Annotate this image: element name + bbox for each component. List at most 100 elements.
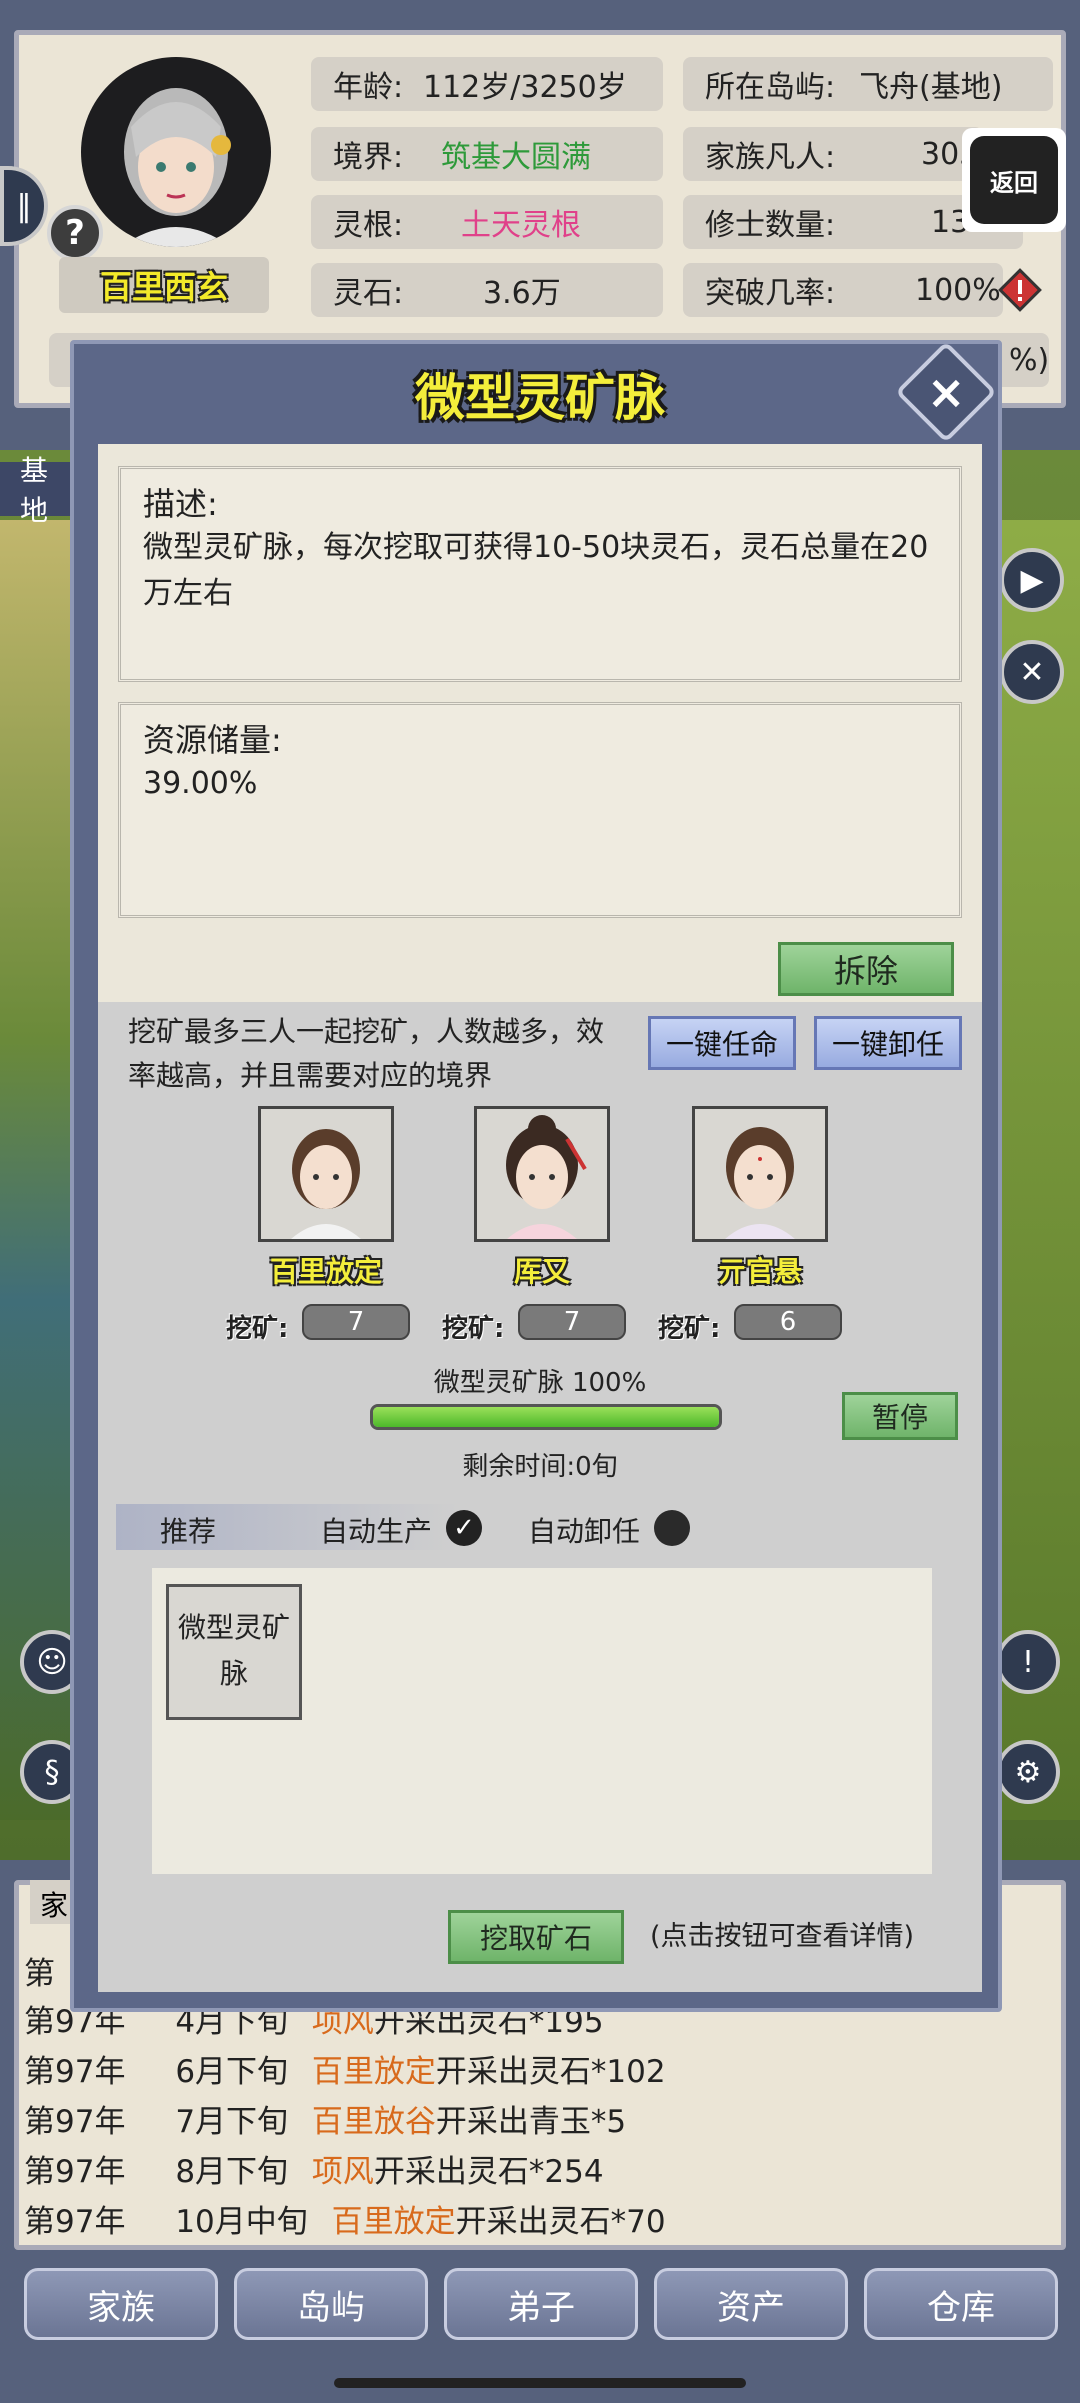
log-year: 第97年 [24,2104,126,2140]
log-time: 7月下旬 [175,2104,289,2140]
base-tab[interactable]: 基地 [0,454,70,527]
extra-stat-value: %) [1009,342,1050,378]
nav-assets[interactable]: 资产 [654,2268,848,2340]
description-label: 描述: [143,485,218,523]
character-name: 百里西玄 [59,257,269,313]
nav-family[interactable]: 家族 [24,2268,218,2340]
auto-unassign-checkbox[interactable] [654,1510,690,1546]
log-year: 第 [24,1956,55,1992]
log-time: 8月下旬 [175,2154,289,2190]
realm-value: 筑基大圆满 [441,140,591,175]
worker-portrait[interactable] [474,1106,610,1242]
back-button[interactable]: 返回 [962,128,1066,232]
nav-island[interactable]: 岛屿 [234,2268,428,2340]
alert-icon[interactable]: ! [996,1630,1060,1694]
log-row: 第97年 10月中旬 百里放定开采出灵石*70 [24,2196,666,2241]
island-stat: 所在岛屿: 飞舟(基地) [683,57,1053,111]
auto-produce-checkbox[interactable]: ✓ [446,1510,482,1546]
avatar[interactable] [81,57,281,257]
nav-warehouse[interactable]: 仓库 [864,2268,1058,2340]
demolish-button[interactable]: 拆除 [778,942,954,996]
reserve-label: 资源储量: [143,721,282,759]
dig-ore-button[interactable]: 挖取矿石 [448,1910,624,1964]
stones-label: 灵石: [333,276,404,311]
root-label: 灵根: [333,208,404,243]
log-action: 开采出灵石*102 [435,2054,666,2090]
auto-produce-label: 自动生产 [320,1515,433,1548]
home-indicator[interactable] [334,2378,746,2388]
realm-stat: 境界: 筑基大圆满 [311,127,663,181]
reserve-value: 39.00% [143,766,258,801]
log-actor: 百里放谷 [311,2104,436,2140]
age-stat: 年龄: 112岁/3250岁 [311,57,663,111]
recommend-bar: 推荐 自动生产 ✓ 自动卸任 [116,1504,972,1550]
root-value: 土天灵根 [461,208,581,243]
mortals-label: 家族凡人: [705,140,836,175]
worker-name: 厍又 [513,1255,570,1288]
description-text: 微型灵矿脉，每次挖取可获得10-50块灵石，灵石总量在20万左右 [143,530,929,611]
assign-all-button[interactable]: 一键任命 [648,1016,796,1070]
breakthrough-label: 突破几率: [705,276,836,311]
breakthrough-value: 100% [915,272,1001,308]
unassign-all-button[interactable]: 一键卸任 [814,1016,962,1070]
mortals-stat: 家族凡人: 303 [683,127,983,181]
log-time: 6月下旬 [175,2054,289,2090]
log-action: 开采出灵石*70 [455,2204,666,2240]
root-stat: 灵根: 土天灵根 [311,195,663,249]
worker-name: 亓官悬 [717,1255,802,1288]
mining-description: 挖矿最多三人一起挖矿，人数越多，效率越高，并且需要对应的境界 [128,1015,605,1092]
crossed-swords-icon[interactable]: ✕ [1000,640,1064,704]
reserve-box: 资源储量: 39.00% [118,702,962,918]
worker-mine-label: 挖矿: [442,1314,505,1344]
pause-button[interactable]: 暂停 [842,1392,958,1440]
worker-mine-value: 7 [518,1304,626,1340]
worker-mine-value: 6 [734,1304,842,1340]
nav-disciples[interactable]: 弟子 [444,2268,638,2340]
dialog-title: 微型灵矿脉 [415,369,665,427]
log-row: 第97年 8月下旬 项风开采出灵石*254 [24,2146,604,2191]
log-row: 第97年 7月下旬 百里放谷开采出青玉*5 [24,2096,626,2141]
log-time: 10月中旬 [175,2204,308,2240]
progress-fill [373,1407,719,1427]
worker-mine-label: 挖矿: [226,1314,289,1344]
mining-section: 挖矿最多三人一起挖矿，人数越多，效率越高，并且需要对应的境界 一键任命 一键卸任… [98,1002,982,1992]
worker-name: 百里放定 [269,1255,382,1288]
log-action: 开采出青玉*5 [435,2104,627,2140]
island-value: 飞舟(基地) [859,70,1003,105]
island-label: 所在岛屿: [705,70,836,105]
worker-portrait[interactable] [258,1106,394,1242]
gear-icon[interactable]: ⚙ [996,1740,1060,1804]
log-year: 第97年 [24,2054,126,2090]
close-icon: × [926,364,966,419]
realm-label: 境界: [333,140,404,175]
log-year: 第97年 [24,2204,126,2240]
auto-unassign-label: 自动卸任 [528,1515,641,1548]
dialog-body: 描述: 微型灵矿脉，每次挖取可获得10-50块灵石，灵石总量在20万左右 资源储… [98,444,982,1992]
worker-portrait[interactable] [692,1106,828,1242]
log-actor: 项风 [311,2154,374,2190]
breakthrough-stat: 突破几率: 100% [683,263,1003,317]
recommend-list: 微型灵矿脉 [152,1568,932,1874]
description-box: 描述: 微型灵矿脉，每次挖取可获得10-50块灵石，灵石总量在20万左右 [118,466,962,682]
mining-progress-bar [370,1404,722,1430]
log-actor: 百里放定 [331,2204,456,2240]
play-icon[interactable]: ▶ [1000,548,1064,612]
stones-value: 3.6万 [483,276,561,311]
age-label: 年龄: [333,70,404,105]
age-value: 112岁/3250岁 [423,70,627,105]
dig-hint: (点击按钮可查看详情) [650,1921,915,1952]
warning-icon[interactable] [998,268,1042,312]
worker-mine-value: 7 [302,1304,410,1340]
log-row-partial: 第 [24,1948,55,1993]
log-year: 第97年 [24,2154,126,2190]
mine-dialog: 微型灵矿脉 × 描述: 微型灵矿脉，每次挖取可获得10-50块灵石，灵石总量在2… [70,340,1002,2012]
worker-mine-label: 挖矿: [658,1314,721,1344]
remaining-time: 剩余时间:0旬 [462,1452,618,1482]
log-actor: 百里放定 [311,2054,436,2090]
help-icon[interactable]: ? [47,205,103,261]
scene-decoration-right [1000,520,1080,1820]
recommend-item[interactable]: 微型灵矿脉 [166,1584,302,1720]
stones-stat: 灵石: 3.6万 [311,263,663,317]
recommend-label[interactable]: 推荐 [160,1510,216,1550]
back-label: 返回 [970,136,1058,224]
